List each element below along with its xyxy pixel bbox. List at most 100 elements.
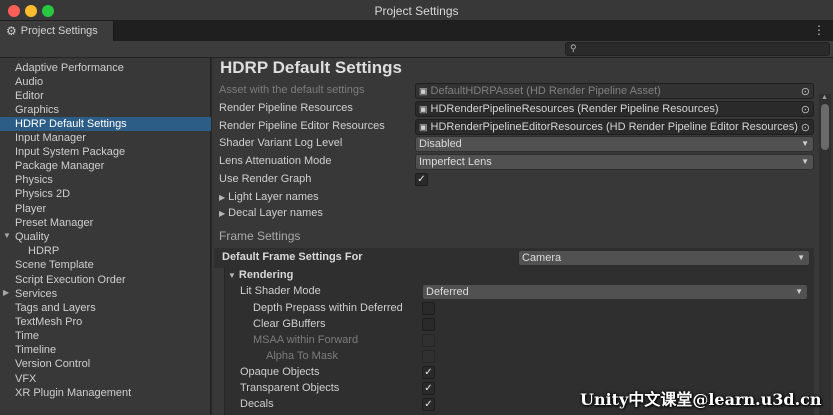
- clear-gbuffers-checkbox[interactable]: [422, 318, 435, 331]
- watermark: Unity中文课堂@learn.u3d.cn: [580, 390, 822, 409]
- opaque-row: Opaque Objects ✓: [225, 365, 830, 381]
- field-label: Render Pipeline Editor Resources: [219, 120, 385, 132]
- object-picker-icon[interactable]: ⊙: [801, 103, 810, 116]
- field-value: HDRenderPipelineEditorResources (HD Rend…: [430, 121, 798, 133]
- collapse-arrow-icon[interactable]: ▶: [3, 288, 9, 297]
- sidebar-item-timeline[interactable]: Timeline: [0, 343, 211, 357]
- dropdown-value: Camera: [522, 252, 562, 264]
- use-render-graph-checkbox[interactable]: ✓: [415, 173, 428, 186]
- expand-arrow-icon[interactable]: ▼: [3, 231, 11, 240]
- lens-attenuation-dropdown[interactable]: Imperfect Lens ▼: [415, 154, 814, 170]
- sidebar-item-xr-plugin-management[interactable]: XR Plugin Management: [0, 386, 211, 400]
- field-label: Asset with the default settings: [219, 84, 365, 96]
- sidebar-item-scene-template[interactable]: Scene Template: [0, 258, 211, 272]
- tab-bar: ⚙ Project Settings ⋮: [0, 21, 833, 41]
- decals-checkbox[interactable]: ✓: [422, 398, 435, 411]
- sidebar-item-tags-and-layers[interactable]: Tags and Layers: [0, 301, 211, 315]
- dropdown-value: Disabled: [419, 138, 462, 150]
- sidebar-item-audio[interactable]: Audio: [0, 75, 211, 89]
- lit-shader-mode-dropdown[interactable]: Deferred ▼: [422, 284, 808, 300]
- sidebar-item-version-control[interactable]: Version Control: [0, 357, 211, 371]
- dropdown-arrow-icon: ▼: [801, 139, 809, 148]
- field-value: HDRenderPipelineResources (Render Pipeli…: [430, 103, 719, 115]
- sidebar-item-input-manager[interactable]: Input Manager: [0, 131, 211, 145]
- dropdown-value: Imperfect Lens: [419, 156, 492, 168]
- sidebar-item-input-system-package[interactable]: Input System Package: [0, 145, 211, 159]
- sidebar-item-adaptive-performance[interactable]: Adaptive Performance: [0, 61, 211, 75]
- vertical-scrollbar[interactable]: ▲: [819, 94, 831, 415]
- search-icon: ⚲: [570, 43, 577, 53]
- lens-row: Lens Attenuation Mode Imperfect Lens ▼: [212, 154, 817, 170]
- foldout-arrow-icon: ▶: [219, 209, 226, 218]
- field-label: Use Render Graph: [219, 173, 312, 185]
- field-label: Clear GBuffers: [253, 318, 326, 330]
- page-title: HDRP Default Settings: [220, 58, 402, 77]
- decal-layers-foldout[interactable]: ▶ Decal Layer names: [212, 206, 817, 222]
- alpha-to-mask-row: Alpha To Mask: [225, 349, 830, 365]
- sidebar-item-physics-2d[interactable]: Physics 2D: [0, 187, 211, 201]
- sidebar-item-script-execution-order[interactable]: Script Execution Order: [0, 273, 211, 287]
- rendering-foldout[interactable]: ▼ Rendering: [225, 268, 830, 284]
- field-label: Opaque Objects: [240, 366, 320, 378]
- foldout-label: Rendering: [238, 269, 294, 281]
- depth-prepass-checkbox[interactable]: [422, 302, 435, 315]
- sidebar-item-quality[interactable]: ▼ Quality: [0, 230, 211, 244]
- frame-settings-header: Frame Settings: [219, 229, 301, 243]
- title-bar: Project Settings: [0, 0, 833, 21]
- sidebar-item-hdrp-default-settings[interactable]: HDRP Default Settings: [0, 117, 211, 131]
- transparent-objects-checkbox[interactable]: ✓: [422, 382, 435, 395]
- foldout-label: Light Layer names: [228, 191, 319, 203]
- sidebar-item-hdrp[interactable]: HDRP: [0, 244, 211, 258]
- field-label: Render Pipeline Resources: [219, 102, 353, 114]
- object-picker-icon[interactable]: ⊙: [801, 121, 810, 134]
- shader-variant-log-dropdown[interactable]: Disabled ▼: [415, 136, 814, 152]
- opaque-objects-checkbox[interactable]: ✓: [422, 366, 435, 379]
- sidebar-item-services[interactable]: ▶ Services: [0, 287, 211, 301]
- sidebar-item-physics[interactable]: Physics: [0, 173, 211, 187]
- sidebar-item-textmesh-pro[interactable]: TextMesh Pro: [0, 315, 211, 329]
- asset-row: Asset with the default settings ▣ Defaul…: [212, 83, 817, 99]
- dropdown-arrow-icon: ▼: [801, 157, 809, 166]
- sidebar-item-player[interactable]: Player: [0, 202, 211, 216]
- sidebar-item-vfx[interactable]: VFX: [0, 372, 211, 386]
- tab-project-settings[interactable]: ⚙ Project Settings: [0, 21, 114, 41]
- sidebar-item-time[interactable]: Time: [0, 329, 211, 343]
- msaa-checkbox: [422, 334, 435, 347]
- settings-panel: HDRP Default Settings Asset with the def…: [212, 58, 833, 415]
- scrollbar-thumb[interactable]: [821, 104, 829, 150]
- object-picker-icon: ⊙: [800, 86, 810, 98]
- default-asset-field: ▣ DefaultHDRPAsset (HD Render Pipeline A…: [415, 83, 814, 99]
- field-label: Shader Variant Log Level: [219, 137, 343, 149]
- sidebar-item-package-manager[interactable]: Package Manager: [0, 159, 211, 173]
- window-title: Project Settings: [374, 4, 459, 18]
- field-value: DefaultHDRPAsset (HD Render Pipeline Ass…: [430, 85, 661, 97]
- tab-label: Project Settings: [20, 25, 98, 37]
- editor-resources-row: Render Pipeline Editor Resources ▣ HDRen…: [212, 119, 817, 135]
- foldout-arrow-icon: ▶: [219, 193, 226, 202]
- asset-icon: ▣: [419, 85, 428, 96]
- dropdown-arrow-icon: ▼: [795, 287, 803, 296]
- frame-settings-header-panel: Default Frame Settings For Camera ▼: [214, 248, 814, 268]
- field-label: Transparent Objects: [240, 382, 340, 394]
- field-label: Alpha To Mask: [266, 350, 338, 362]
- alpha-to-mask-checkbox: [422, 350, 435, 363]
- default-frame-settings-dropdown[interactable]: Camera ▼: [518, 250, 810, 266]
- light-layers-foldout[interactable]: ▶ Light Layer names: [212, 190, 817, 206]
- shader-log-row: Shader Variant Log Level Disabled ▼: [212, 136, 817, 152]
- sidebar-item-graphics[interactable]: Graphics: [0, 103, 211, 117]
- sidebar-item-label: Quality: [15, 231, 50, 243]
- sidebar-item-label: Services: [15, 288, 58, 300]
- render-pipeline-resources-field[interactable]: ▣ HDRenderPipelineResources (Render Pipe…: [415, 101, 814, 117]
- foldout-arrow-icon: ▼: [228, 271, 236, 280]
- depth-prepass-row: Depth Prepass within Deferred: [225, 301, 830, 317]
- dropdown-value: Deferred: [426, 286, 469, 298]
- render-pipeline-editor-resources-field[interactable]: ▣ HDRenderPipelineEditorResources (HD Re…: [415, 119, 814, 135]
- foldout-header: ▶ Light Layer names: [219, 191, 319, 203]
- sidebar-item-editor[interactable]: Editor: [0, 89, 211, 103]
- scroll-up-icon[interactable]: ▲: [821, 94, 828, 101]
- clear-gbuffers-row: Clear GBuffers: [225, 317, 830, 333]
- sidebar-item-preset-manager[interactable]: Preset Manager: [0, 216, 211, 230]
- more-options-icon[interactable]: ⋮: [813, 23, 825, 37]
- render-graph-row: Use Render Graph ✓: [212, 172, 817, 188]
- search-input[interactable]: ⚲: [565, 42, 830, 56]
